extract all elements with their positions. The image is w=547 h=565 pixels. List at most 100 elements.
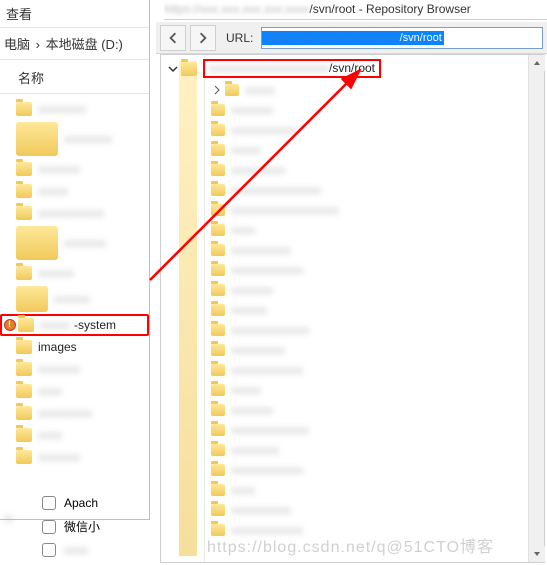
arrow-right-icon [197, 32, 209, 44]
folder-label: images [38, 340, 77, 354]
list-item[interactable]: xxxxx [0, 180, 149, 202]
list-item[interactable]: xxxxxxxx [0, 120, 149, 158]
checkbox-icon [42, 496, 56, 510]
folder-icon [211, 184, 225, 196]
folder-icon [211, 244, 225, 256]
folder-icon [211, 264, 225, 276]
checkbox-icon [42, 543, 56, 557]
list-item[interactable]: xxxxxxx [0, 224, 149, 262]
list-item[interactable]: xxxxxxx [211, 101, 526, 119]
url-label: URL: [226, 31, 253, 45]
list-item[interactable]: xxxxxxxxxxxx [211, 261, 526, 279]
menu-view[interactable]: 查看 [0, 0, 149, 27]
checkbox-item[interactable]: xxxx [42, 539, 100, 561]
tree-root-row[interactable]: xxxxxxxxxxxxxxxxxxxx /svn/root [167, 59, 528, 78]
checkbox-wechat[interactable]: 微信小 [42, 514, 100, 539]
list-item[interactable]: xxxxxxxxxxxx [211, 461, 526, 479]
url-input[interactable]: https://xxx.xxx.xxx.xxx:xxxx/svn/root [261, 27, 543, 49]
forward-button[interactable] [190, 25, 216, 51]
folder-icon [16, 226, 58, 260]
folder-icon [16, 450, 32, 464]
folder-icon [181, 62, 197, 76]
folder-icon [16, 362, 32, 376]
list-item[interactable]: xxxxxxxx [0, 98, 149, 120]
list-item[interactable]: xxxxxxxxxxxxx [211, 421, 526, 439]
folder-icon [211, 404, 225, 416]
url-visible-path: /svn/root [400, 32, 442, 44]
explorer-pane: 查看 电脑 › 本地磁盘 (D:) 名称 xxxxxxxx xxxxxxxx x… [0, 0, 150, 520]
list-item[interactable]: xxxxxxxxx [211, 341, 526, 359]
list-item[interactable]: xxxxxxxxxxx [0, 202, 149, 224]
scrollbar[interactable] [528, 55, 544, 562]
tree-root-label: /svn/root [329, 61, 375, 75]
back-button[interactable] [160, 25, 186, 51]
folder-icon [211, 164, 225, 176]
list-item[interactable]: xxxxxxx [211, 401, 526, 419]
tree-strip [179, 61, 197, 556]
breadcrumb-drive[interactable]: 本地磁盘 (D:) [46, 37, 123, 52]
list-item[interactable]: xxxxxxxxx [211, 161, 526, 179]
folder-icon [211, 124, 225, 136]
chevron-right-icon[interactable] [211, 84, 223, 96]
list-item[interactable]: xxxxxxxxxxxxx [211, 321, 526, 339]
list-item[interactable]: xxxxxxxxxxxx [211, 521, 526, 539]
list-item[interactable]: xxxxxxxxxx [211, 241, 526, 259]
list-item[interactable]: xxxx [0, 380, 149, 402]
checkbox-label: Apach [64, 496, 98, 510]
folder-icon [211, 464, 225, 476]
content-area: xxxxxxxxxxxxxxxxxxxx /svn/root xxxxx xxx… [160, 54, 545, 563]
folder-icon [211, 504, 225, 516]
list-item-system-highlight[interactable]: xxxxx -system [0, 314, 149, 336]
list-item[interactable]: xxxxx [211, 381, 526, 399]
repo-file-list: xxxxx xxxxxxx xxxxxxxxxxx xxxxx xxxxxxxx… [205, 55, 528, 562]
list-item[interactable]: xxxxxxxxxxx [211, 121, 526, 139]
list-item[interactable]: xxxxxx [211, 301, 526, 319]
list-item[interactable]: xxxx [0, 424, 149, 446]
list-item[interactable]: xxxxxxx [0, 446, 149, 468]
scroll-down-button[interactable] [529, 546, 545, 562]
file-list: xxxxxxxx xxxxxxxx xxxxxxx xxxxx xxxxxxxx… [0, 94, 149, 530]
arrow-left-icon [167, 32, 179, 44]
tree-root-highlight: xxxxxxxxxxxxxxxxxxxx /svn/root [203, 59, 381, 78]
list-item[interactable]: xxxxxx [0, 284, 149, 314]
list-item[interactable]: xxxx [211, 221, 526, 239]
folder-icon [16, 184, 32, 198]
folder-icon [16, 384, 32, 398]
folder-icon [211, 484, 225, 496]
list-item[interactable]: xxxx [211, 481, 526, 499]
folder-icon [211, 304, 225, 316]
list-item[interactable]: xxxxx [211, 81, 526, 99]
list-item[interactable]: xxxxxxx [0, 158, 149, 180]
list-item[interactable]: xxxxxxx [0, 358, 149, 380]
chevron-right-icon: › [36, 37, 40, 52]
chevron-down-icon[interactable] [167, 63, 179, 75]
list-item[interactable]: xxxxxxxxxxxx [211, 361, 526, 379]
window-title: https://xxx.xxx.xxx.xxx:xxxx/svn/root - … [164, 0, 547, 20]
checkbox-icon [42, 520, 56, 534]
warning-icon [4, 319, 16, 331]
checkbox-apache[interactable]: Apach [42, 492, 100, 514]
folder-icon [211, 104, 225, 116]
folder-icon [16, 286, 48, 312]
list-item[interactable]: xxxxxxxxxx [211, 501, 526, 519]
list-item-images[interactable]: images [0, 336, 149, 358]
scroll-up-button[interactable] [529, 55, 545, 71]
repo-browser-pane: https://xxx.xxx.xxx.xxx:xxxx/svn/root - … [156, 0, 547, 565]
folder-icon [16, 206, 32, 220]
list-item[interactable]: xxxxxxxx [211, 441, 526, 459]
folder-icon [211, 444, 225, 456]
folder-icon [16, 406, 32, 420]
folder-icon [16, 266, 32, 280]
list-item[interactable]: xxxxxxxxxxxxxxxxxx [211, 201, 526, 219]
list-item[interactable]: xxxxxx [0, 262, 149, 284]
folder-icon [211, 144, 225, 156]
folder-icon [211, 204, 225, 216]
list-item[interactable]: xxxxxxxxx [0, 402, 149, 424]
list-item[interactable]: xxxxx [211, 141, 526, 159]
column-header-name[interactable]: 名称 [0, 60, 149, 94]
toolbar: URL: https://xxx.xxx.xxx.xxx:xxxx/svn/ro… [156, 22, 547, 54]
breadcrumb-pc[interactable]: 电脑 [4, 37, 30, 52]
list-item[interactable]: xxxxxxx [211, 281, 526, 299]
folder-icon [16, 102, 32, 116]
list-item[interactable]: xxxxxxxxxxxxxxx [211, 181, 526, 199]
